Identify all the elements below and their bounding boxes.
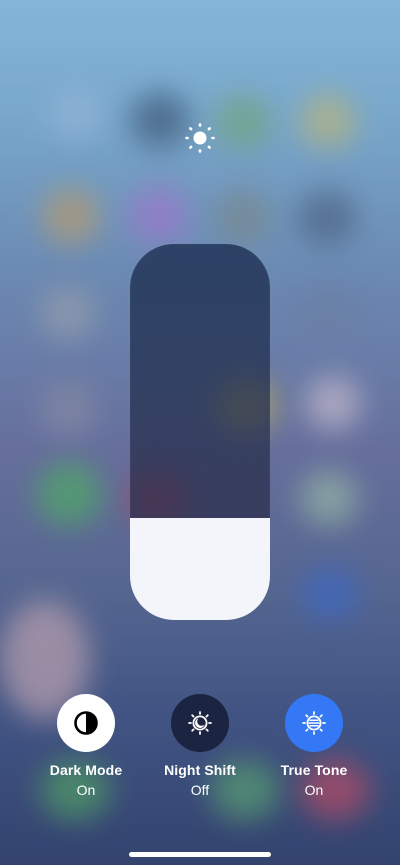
dark-mode-label: Dark Mode — [49, 762, 123, 778]
dark-mode-button[interactable] — [57, 694, 115, 752]
true-tone-icon — [302, 711, 326, 735]
home-indicator[interactable] — [129, 852, 271, 857]
night-shift-toggle[interactable]: Night Shift Off — [140, 694, 260, 799]
true-tone-label: True Tone — [280, 762, 348, 778]
night-shift-icon — [188, 711, 212, 735]
night-shift-label: Night Shift — [164, 762, 236, 778]
sun-icon — [184, 122, 216, 154]
dark-mode-state: On — [76, 782, 96, 798]
true-tone-button[interactable] — [285, 694, 343, 752]
control-center-brightness-screen: Dark Mode On Night Shift Off True Tone O… — [0, 0, 400, 865]
brightness-slider[interactable] — [130, 244, 270, 620]
brightness-level-fill — [130, 518, 270, 620]
night-shift-state: Off — [190, 782, 210, 798]
true-tone-toggle[interactable]: True Tone On — [254, 694, 374, 799]
dark-mode-icon — [74, 711, 98, 735]
true-tone-state: On — [304, 782, 324, 798]
dark-mode-toggle[interactable]: Dark Mode On — [26, 694, 146, 799]
night-shift-button[interactable] — [171, 694, 229, 752]
